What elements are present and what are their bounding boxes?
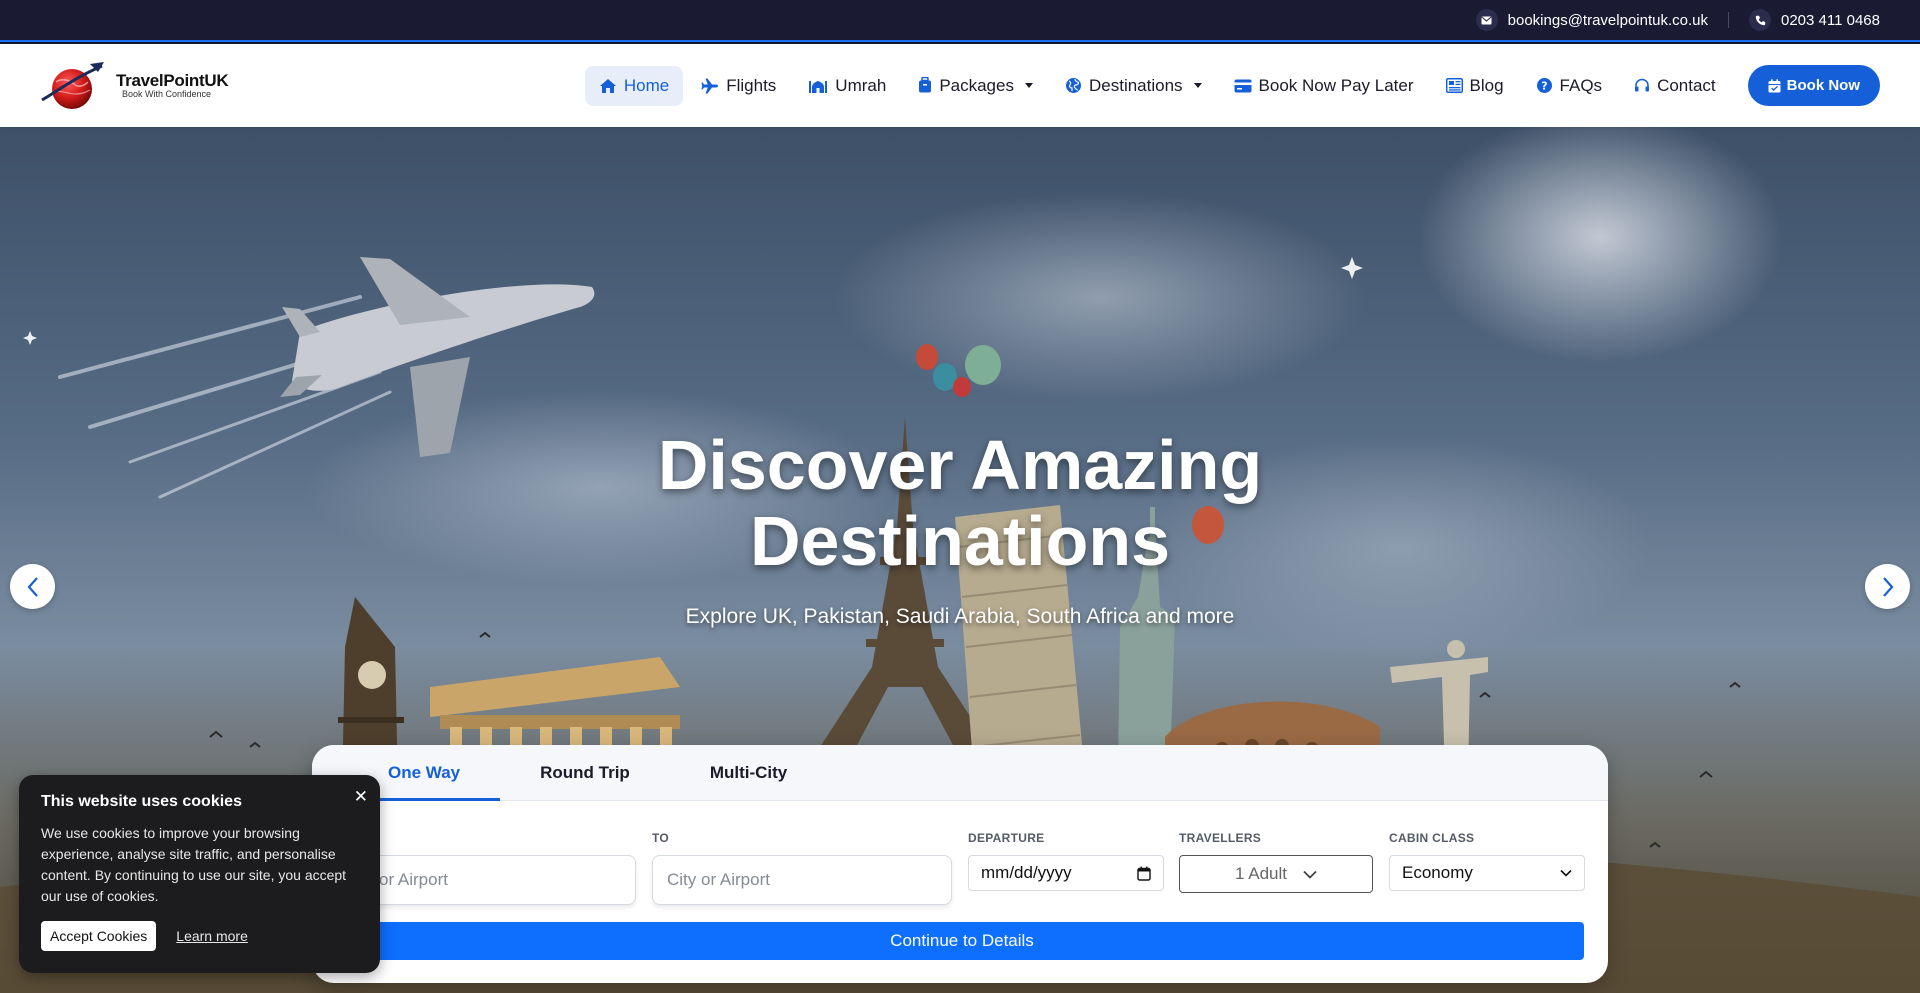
cabin-field-group: CABIN CLASS Economy <box>1389 831 1585 891</box>
nav-item-book-now-pay-later[interactable]: Book Now Pay Later <box>1220 66 1428 106</box>
calendar-icon <box>1768 78 1781 92</box>
travellers-field-group: TRAVELLERS 1 Adult <box>1179 831 1373 893</box>
chevron-down-icon <box>1193 83 1202 88</box>
nav-label-blog: Blog <box>1469 75 1504 95</box>
phone-text[interactable]: 0203 411 0468 <box>1781 12 1880 29</box>
continue-to-details-button[interactable]: Continue to Details <box>340 922 1584 960</box>
close-icon[interactable]: ✕ <box>354 787 368 807</box>
phone-icon <box>1749 9 1771 31</box>
hero-subtitle: Explore UK, Pakistan, Saudi Arabia, Sout… <box>685 605 1235 628</box>
departure-placeholder: mm/dd/yyyy <box>981 863 1072 882</box>
cookie-actions: Accept Cookies Learn more <box>41 921 358 951</box>
email-contact[interactable]: bookings@travelpointuk.co.uk <box>1475 9 1708 31</box>
chevron-down-icon <box>1560 869 1572 877</box>
brand-logo[interactable]: TravelPointUK Book With Confidence <box>40 60 229 112</box>
slider-prev-button[interactable] <box>10 564 55 609</box>
cookie-title: This website uses cookies <box>41 793 242 810</box>
departure-label: DEPARTURE <box>968 831 1045 845</box>
trip-type-tabs: One Way Round Trip Multi-City <box>312 745 1608 801</box>
cookie-text: We use cookies to improve your browsing … <box>41 825 347 904</box>
nav-label-home: Home <box>623 75 670 95</box>
cookie-consent-banner: ✕ This website uses cookies We use cooki… <box>19 775 380 973</box>
nav-label-destinations: Destinations <box>1088 75 1183 95</box>
travellers-select[interactable]: 1 Adult <box>1179 855 1373 893</box>
brand-name: TravelPointUK <box>116 71 229 90</box>
mosque-icon <box>809 80 828 93</box>
hero-title: Discover Amazing Destinations <box>0 427 1920 579</box>
nav-label-faqs: FAQs <box>1559 75 1603 95</box>
phone-contact[interactable]: 0203 411 0468 <box>1749 9 1880 31</box>
flight-search-form: One Way Round Trip Multi-City City or Ai… <box>312 745 1608 983</box>
learn-more-link[interactable]: Learn more <box>176 928 248 944</box>
travellers-value: 1 Adult <box>1235 864 1287 883</box>
departure-field-group: DEPARTURE mm/dd/yyyy <box>968 831 1164 891</box>
to-label: TO <box>652 831 670 845</box>
main-navbar: TravelPointUK Book With Confidence Home … <box>0 44 1920 127</box>
top-contact-bar: bookings@travelpointuk.co.uk 0203 411 04… <box>0 0 1920 42</box>
to-placeholder: City or Airport <box>667 870 770 889</box>
newspaper-icon <box>1445 78 1463 93</box>
plane-icon <box>701 78 719 93</box>
nav-label-book-now-pay-later: Book Now Pay Later <box>1258 75 1414 95</box>
to-input[interactable]: City or Airport <box>652 855 952 905</box>
nav-item-faqs[interactable]: ? FAQs <box>1522 66 1617 106</box>
nav-item-home[interactable]: Home <box>584 65 684 106</box>
credit-card-icon <box>1234 79 1252 92</box>
nav-label-contact: Contact <box>1657 75 1716 95</box>
tab-multi-city[interactable]: Multi-City <box>670 745 827 800</box>
chevron-down-icon <box>1303 870 1317 879</box>
question-icon: ? <box>1536 78 1552 93</box>
nav-label-umrah: Umrah <box>835 75 887 95</box>
hero-title-line1: Discover Amazing <box>657 426 1263 504</box>
email-text[interactable]: bookings@travelpointuk.co.uk <box>1508 12 1708 29</box>
svg-text:?: ? <box>1541 80 1547 93</box>
book-now-label: Book Now <box>1786 77 1860 94</box>
chevron-down-icon <box>1024 83 1033 88</box>
slider-next-button[interactable] <box>1865 564 1910 609</box>
tab-round-trip[interactable]: Round Trip <box>500 745 670 800</box>
brand-tagline: Book With Confidence <box>122 89 212 99</box>
calendar-icon <box>1137 866 1151 881</box>
nav-item-flights[interactable]: Flights <box>687 66 790 106</box>
envelope-icon <box>1475 9 1498 31</box>
headset-icon <box>1635 78 1650 91</box>
cabin-class-select[interactable]: Economy <box>1389 855 1585 891</box>
to-field-group: TO City or Airport <box>652 831 952 905</box>
nav-item-umrah[interactable]: Umrah <box>794 66 900 106</box>
nav-item-blog[interactable]: Blog <box>1432 66 1518 106</box>
book-now-button[interactable]: Book Now <box>1747 65 1880 106</box>
nav-label-packages: Packages <box>939 75 1014 95</box>
chevron-right-icon <box>1882 576 1893 597</box>
cabin-value: Economy <box>1402 863 1473 882</box>
hero-title-line2: Destinations <box>749 502 1171 580</box>
home-icon <box>599 78 616 93</box>
globe-plane-logo-icon <box>41 61 104 109</box>
accept-cookies-button[interactable]: Accept Cookies <box>41 921 157 951</box>
nav-menu: Home Flights Umrah Packages Destinations… <box>584 65 1880 106</box>
globe-icon <box>1065 78 1081 93</box>
travellers-label: TRAVELLERS <box>1179 831 1262 845</box>
nav-label-flights: Flights <box>726 75 777 95</box>
nav-item-destinations[interactable]: Destinations <box>1051 66 1216 106</box>
departure-date-input[interactable]: mm/dd/yyyy <box>968 855 1164 891</box>
divider <box>1728 12 1729 28</box>
chevron-left-icon <box>27 576 38 597</box>
luggage-icon <box>919 77 932 93</box>
cabin-label: CABIN CLASS <box>1389 831 1475 845</box>
nav-item-packages[interactable]: Packages <box>904 66 1047 106</box>
nav-item-contact[interactable]: Contact <box>1620 66 1730 106</box>
